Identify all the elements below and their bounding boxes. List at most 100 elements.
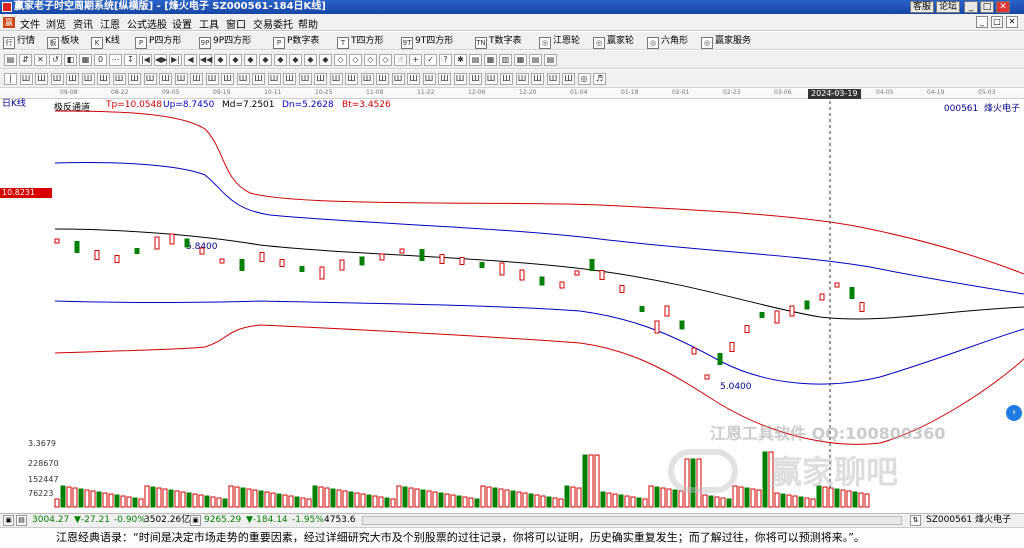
horizontal-scrollbar[interactable] xyxy=(362,516,902,525)
draw-tool-icon-36[interactable]: ▤ xyxy=(544,54,557,66)
analysis-tool-icon-27[interactable]: Ш xyxy=(422,73,436,85)
sh-index-toggle-icon[interactable]: ▤ xyxy=(16,515,27,526)
analysis-tool-icon-21[interactable]: Ш xyxy=(329,73,343,85)
draw-tool-icon-18[interactable]: ◆ xyxy=(274,54,287,66)
analysis-tool-icon-9[interactable]: Ш xyxy=(143,73,157,85)
analysis-tool-icon-19[interactable]: Ш xyxy=(298,73,312,85)
draw-tool-icon-24[interactable]: ◇ xyxy=(364,54,377,66)
draw-tool-icon-35[interactable]: ▤ xyxy=(529,54,542,66)
draw-tool-icon-29[interactable]: ? xyxy=(439,54,452,66)
toolbar-item-10[interactable]: ◎ 赢家轮 xyxy=(593,34,634,49)
toolbar-item-6[interactable]: T T四方形 xyxy=(337,34,384,49)
draw-tool-icon-9[interactable]: |◀ xyxy=(139,54,152,66)
menu-browse[interactable]: 浏览 xyxy=(46,16,66,31)
draw-tool-icon-4[interactable]: ◧ xyxy=(64,54,77,66)
mdi-minimize-icon[interactable]: _ xyxy=(976,16,988,28)
draw-tool-icon-0[interactable]: ▤ xyxy=(4,54,17,66)
draw-tool-icon-21[interactable]: ◆ xyxy=(319,54,332,66)
analysis-tool-icon-28[interactable]: Ш xyxy=(438,73,451,85)
analysis-tool-icon-23[interactable]: Ш xyxy=(360,73,374,85)
menu-news[interactable]: 资讯 xyxy=(73,16,93,31)
menu-app-icon[interactable]: 赢 xyxy=(3,17,15,28)
draw-tool-icon-2[interactable]: ✕ xyxy=(34,54,47,66)
sz-index-icon[interactable]: ▣ xyxy=(190,515,201,526)
service-button[interactable]: 客服 xyxy=(910,1,934,13)
analysis-tool-icon-14[interactable]: Ш xyxy=(221,73,234,85)
toolbar-item-12[interactable]: ◎ 赢家服务 xyxy=(701,34,751,49)
sh-index-icon[interactable]: ▣ xyxy=(3,515,14,526)
draw-tool-icon-1[interactable]: ⇵ xyxy=(19,54,32,66)
toolbar-item-1[interactable]: 板板块 xyxy=(47,34,79,49)
status-icon[interactable]: ⇅ xyxy=(910,515,921,526)
draw-tool-icon-16[interactable]: ◆ xyxy=(244,54,257,66)
toolbar-item-0[interactable]: 行行情 xyxy=(3,34,35,49)
menu-gann[interactable]: 江恩 xyxy=(100,16,120,31)
menu-formula[interactable]: 公式选股 xyxy=(127,16,167,31)
analysis-tool-icon-38[interactable]: ♬ xyxy=(593,73,606,85)
toolbar-item-11[interactable]: ◎ 六角形 xyxy=(647,34,688,49)
analysis-tool-icon-31[interactable]: Ш xyxy=(484,73,498,85)
analysis-tool-icon-32[interactable]: Ш xyxy=(500,73,513,85)
draw-tool-icon-13[interactable]: ◀◀ xyxy=(199,54,212,66)
analysis-tool-icon-13[interactable]: Ш xyxy=(205,73,219,85)
draw-tool-icon-12[interactable]: ◀ xyxy=(184,54,197,66)
toolbar-item-7[interactable]: 9T 9T四方形 xyxy=(401,34,453,49)
analysis-tool-icon-30[interactable]: Ш xyxy=(469,73,482,85)
analysis-tool-icon-4[interactable]: Ш xyxy=(66,73,79,85)
toolbar-item-5[interactable]: P P数字表 xyxy=(273,34,319,49)
analysis-tool-icon-7[interactable]: Ш xyxy=(112,73,126,85)
analysis-tool-icon-1[interactable]: Ш xyxy=(19,73,33,85)
analysis-tool-icon-10[interactable]: Ш xyxy=(159,73,172,85)
analysis-tool-icon-8[interactable]: Ш xyxy=(128,73,141,85)
maximize-icon[interactable]: □ xyxy=(980,1,994,13)
analysis-tool-icon-6[interactable]: Ш xyxy=(97,73,110,85)
draw-tool-icon-15[interactable]: ◆ xyxy=(229,54,242,66)
draw-tool-icon-26[interactable]: ☝ xyxy=(394,54,407,66)
draw-tool-icon-25[interactable]: ◇ xyxy=(379,54,392,66)
menu-settings[interactable]: 设置 xyxy=(172,16,192,31)
mdi-close-icon[interactable]: ✕ xyxy=(1006,16,1018,28)
close-icon[interactable]: ✕ xyxy=(996,1,1010,13)
draw-tool-icon-31[interactable]: ▤ xyxy=(469,54,482,66)
analysis-tool-icon-37[interactable]: ◎ xyxy=(577,73,591,85)
analysis-tool-icon-0[interactable]: | xyxy=(4,73,17,85)
draw-tool-icon-28[interactable]: ✓ xyxy=(424,54,437,66)
menu-file[interactable]: 文件 xyxy=(20,16,40,31)
draw-tool-icon-30[interactable]: ✱ xyxy=(454,54,467,66)
menu-help[interactable]: 帮助 xyxy=(298,16,318,31)
minimize-icon[interactable]: _ xyxy=(964,1,978,13)
analysis-tool-icon-25[interactable]: Ш xyxy=(391,73,405,85)
draw-tool-icon-19[interactable]: ◆ xyxy=(289,54,302,66)
chart-area[interactable]: 2024-03-19 09-08 08-22 09-05 09-19 10-11 10-2… xyxy=(0,89,1024,513)
analysis-tool-icon-15[interactable]: Ш xyxy=(236,73,250,85)
analysis-tool-icon-18[interactable]: Ш xyxy=(283,73,296,85)
draw-tool-icon-8[interactable]: ↧ xyxy=(124,54,137,66)
draw-tool-icon-27[interactable]: + xyxy=(409,54,422,66)
analysis-tool-icon-17[interactable]: Ш xyxy=(267,73,281,85)
menu-trade[interactable]: 交易委托 xyxy=(253,16,293,31)
analysis-tool-icon-24[interactable]: Ш xyxy=(376,73,389,85)
draw-tool-icon-7[interactable]: ⋯ xyxy=(109,54,122,66)
draw-tool-icon-33[interactable]: ▥ xyxy=(499,54,512,66)
scroll-right-icon[interactable]: › xyxy=(1006,405,1022,421)
analysis-tool-icon-3[interactable]: Ш xyxy=(50,73,64,85)
mdi-restore-icon[interactable]: □ xyxy=(991,16,1003,28)
toolbar-item-2[interactable]: K K线 xyxy=(91,34,120,49)
draw-tool-icon-5[interactable]: ▦ xyxy=(79,54,92,66)
analysis-tool-icon-22[interactable]: Ш xyxy=(345,73,358,85)
toolbar-item-8[interactable]: TN T数字表 xyxy=(475,34,522,49)
analysis-tool-icon-20[interactable]: Ш xyxy=(314,73,327,85)
analysis-tool-icon-12[interactable]: Ш xyxy=(190,73,203,85)
toolbar-item-3[interactable]: P P四方形 xyxy=(135,34,181,49)
menu-tools[interactable]: 工具 xyxy=(199,16,219,31)
analysis-tool-icon-11[interactable]: Ш xyxy=(174,73,188,85)
draw-tool-icon-17[interactable]: ◆ xyxy=(259,54,272,66)
analysis-tool-icon-5[interactable]: Ш xyxy=(81,73,95,85)
analysis-tool-icon-33[interactable]: Ш xyxy=(515,73,529,85)
draw-tool-icon-3[interactable]: ↺ xyxy=(49,54,62,66)
analysis-tool-icon-16[interactable]: Ш xyxy=(252,73,265,85)
analysis-tool-icon-36[interactable]: Ш xyxy=(562,73,575,85)
draw-tool-icon-10[interactable]: ◀▶ xyxy=(154,54,167,66)
toolbar-item-9[interactable]: ◎ 江恩轮 xyxy=(539,34,580,49)
toolbar-item-4[interactable]: 9P 9P四方形 xyxy=(199,34,251,49)
